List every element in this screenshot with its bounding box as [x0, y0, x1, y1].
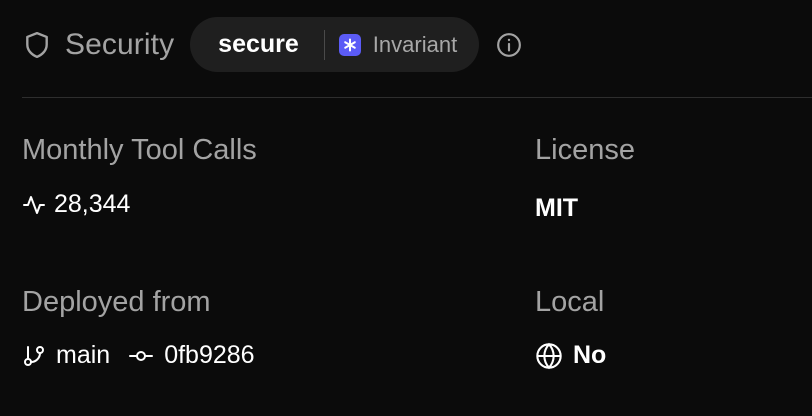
deployed-commit[interactable]: 0fb9286 [164, 341, 254, 370]
license-stat: License [535, 134, 635, 167]
deployed-from-label: Deployed from [22, 286, 211, 318]
license-value-row: MIT [535, 194, 578, 223]
license-value: MIT [535, 194, 579, 222]
shield-icon [22, 30, 52, 60]
security-status-pill: secure Invariant [190, 17, 480, 72]
deployed-branch[interactable]: main [56, 341, 110, 370]
local-label: Local [535, 286, 605, 318]
license-label: License [535, 134, 635, 166]
deployed-from-value-row: main 0fb9286 [22, 341, 255, 370]
globe-icon [535, 342, 563, 370]
local-stat: Local [535, 286, 604, 319]
local-value: No [573, 341, 607, 369]
deployed-from-stat: Deployed from [22, 286, 211, 319]
security-provider: Invariant [372, 31, 458, 57]
activity-icon [22, 193, 46, 217]
security-status: secure [218, 30, 299, 58]
monthly-tool-calls-label: Monthly Tool Calls [22, 134, 257, 166]
local-value-row: No [535, 341, 606, 370]
pill-divider [323, 29, 325, 60]
security-row: Security secure Invariant [22, 17, 523, 72]
info-icon[interactable] [495, 31, 523, 59]
monthly-tool-calls-stat: Monthly Tool Calls [22, 134, 257, 167]
section-divider [22, 97, 812, 98]
invariant-logo-icon [338, 33, 361, 56]
git-branch-icon [22, 344, 46, 368]
monthly-tool-calls-value: 28,344 [54, 190, 131, 218]
monthly-tool-calls-value-row: 28,344 [22, 190, 130, 219]
git-commit-icon [128, 344, 154, 368]
security-label: Security [65, 27, 175, 61]
server-details-panel: Security secure Invariant Monthly Tool C… [0, 0, 812, 416]
